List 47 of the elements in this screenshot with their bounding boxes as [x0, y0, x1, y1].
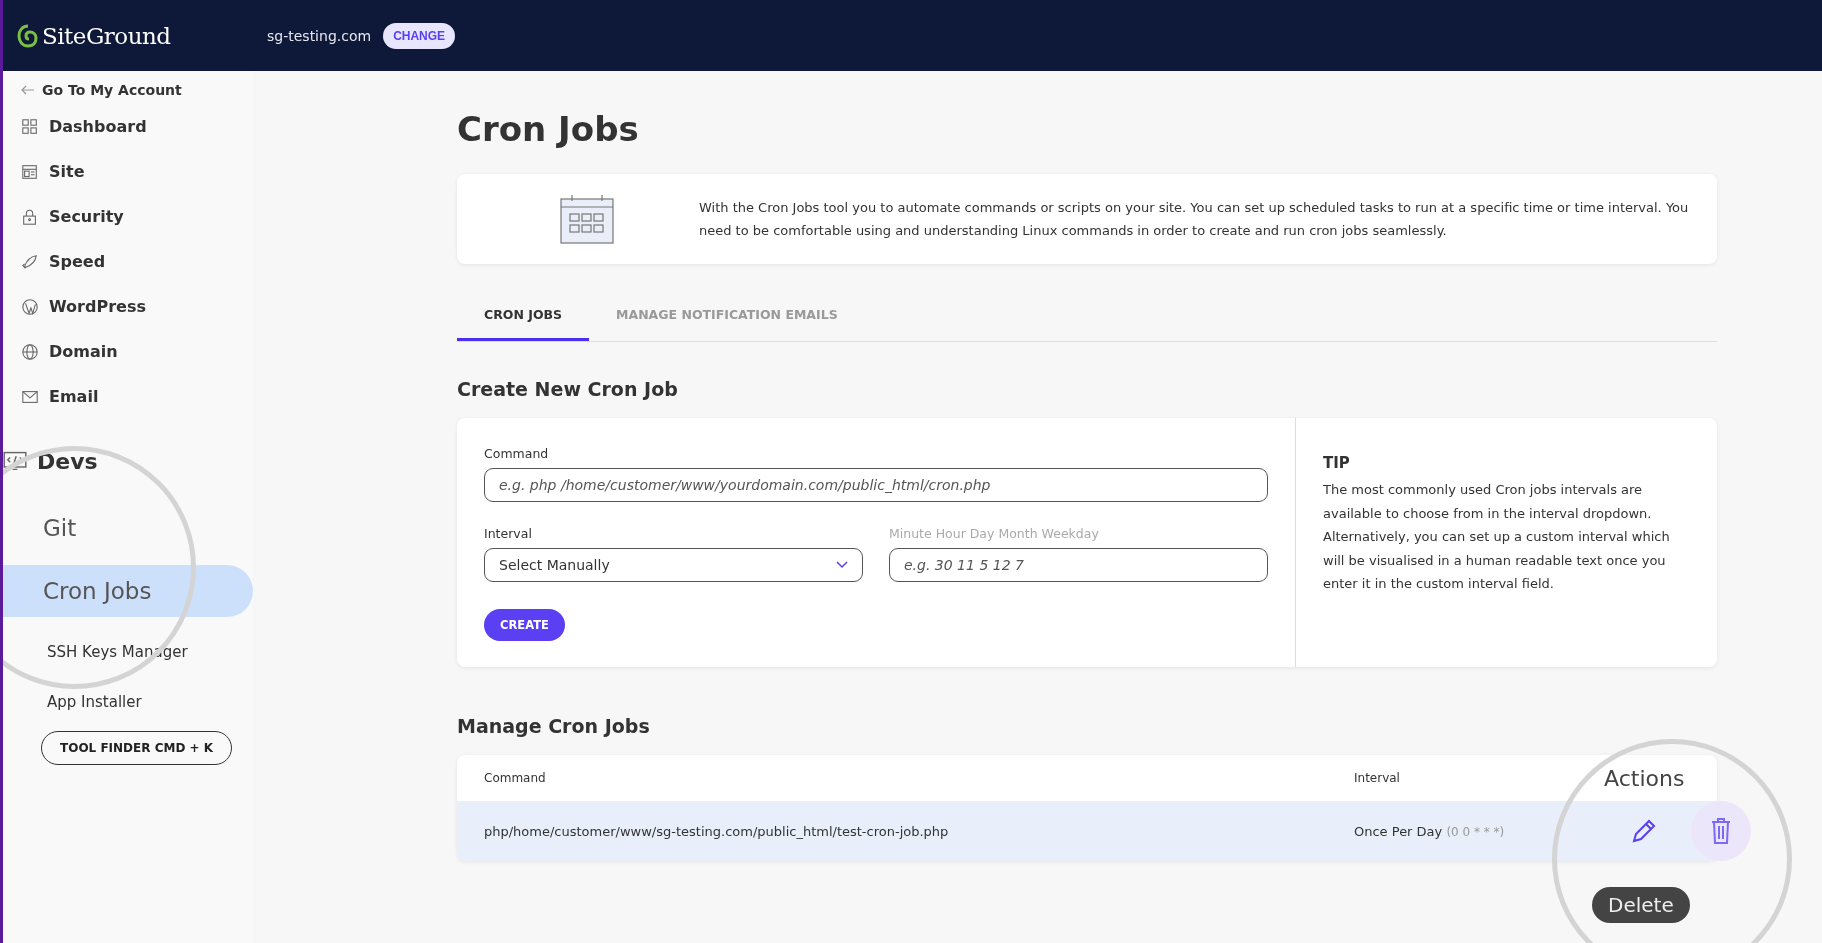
intro-text: With the Cron Jobs tool you to automate commands or scripts on your site. You can set up scheduled tasks to run at a specific time or time interval. You need to be comfortable using and understanding Linux commands in order to create and run cron jobs seamlessly. [699, 199, 1690, 240]
field-label: Minute Hour Day Month Weekday [889, 526, 1100, 541]
table-cell-text: Once Per Day (0 0 * * *) [1354, 823, 1506, 839]
custom-interval-field[interactable]: e.g. 30 11 5 12 7 [889, 548, 1268, 582]
tooltip: Delete [1592, 887, 1690, 923]
padlock-icon [21, 207, 39, 226]
sidebar-item[interactable]: WordPress [21, 284, 146, 329]
go-to-account-link[interactable]: Go To My Account [21, 76, 182, 104]
section-heading: Manage Cron Jobs [457, 715, 651, 737]
chevron-down-icon [836, 561, 848, 569]
code-monitor-icon [3, 449, 27, 473]
sidebar-item[interactable]: Dashboard [21, 104, 147, 149]
column-header: Actions [1604, 765, 1686, 791]
sidebar-item[interactable]: Domain [21, 329, 118, 374]
wordpress-logo-icon [21, 297, 39, 316]
sidebar-subitem[interactable]: Cron Jobs [3, 565, 253, 617]
rocket-icon [21, 252, 39, 271]
column-header: Command [484, 771, 547, 785]
sidebar-subitem[interactable]: App Installer [3, 677, 253, 727]
site-name: sg-testing.com [267, 27, 372, 44]
interval-dropdown[interactable]: Select Manually [484, 548, 863, 582]
field-label: Interval [484, 526, 533, 541]
browser-window-icon [21, 162, 39, 181]
tab[interactable]: CRON JOBS [457, 290, 590, 341]
calendar-icon [560, 194, 614, 244]
sidebar-item[interactable]: Site [21, 149, 85, 194]
site-logo[interactable]: SiteGround [42, 22, 171, 49]
sidebar-item[interactable]: Email [21, 374, 99, 419]
page-title: Cron Jobs [457, 109, 640, 149]
sidebar-subitem[interactable]: Git [3, 491, 253, 565]
back-arrow-icon [21, 85, 34, 95]
sidebar-item[interactable]: Devs [3, 431, 98, 491]
section-heading: Create New Cron Job [457, 378, 679, 400]
sidebar-item[interactable]: Security [21, 194, 124, 239]
swirl-logo-icon [17, 22, 39, 49]
trash-icon [1710, 817, 1732, 845]
field-label: Command [484, 446, 550, 461]
tip-title: TIP [1323, 454, 1351, 472]
tip-text: The most commonly used Cron jobs intervals are available to choose from in the interval dropdown. Alternatively, you can set up a custom interval which will be visualised in a human readable text once you enter it in the custom interval field. [1323, 481, 1671, 593]
grid-icon [21, 117, 39, 136]
create-button[interactable]: CREATE [484, 609, 565, 641]
table-cell-text: php/home/customer/www/sg-testing.com/public_html/test-cron-job.php [484, 823, 950, 839]
sidebar-item[interactable]: Speed [21, 239, 106, 284]
globe-icon [21, 342, 39, 361]
change-site-button[interactable]: CHANGE [383, 22, 456, 49]
command-input-field[interactable]: e.g. php /home/customer/www/yourdomain.com/public_html/cron.php [484, 468, 1268, 502]
column-header: Interval [1354, 771, 1401, 785]
